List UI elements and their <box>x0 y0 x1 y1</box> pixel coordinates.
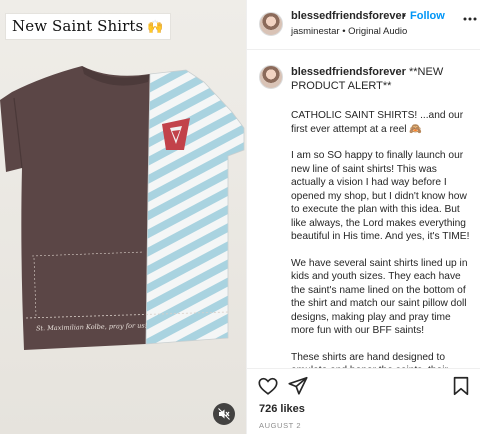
caption-heading: blessedfriendsforever **NEW PRODUCT ALER… <box>291 65 473 93</box>
post-date: AUGUST 2 <box>259 421 302 430</box>
post-side-panel: blessedfriendsforever • Follow jasminest… <box>246 0 480 434</box>
header-username[interactable]: blessedfriendsforever <box>291 10 406 22</box>
caption-paragraph: CATHOLIC SAINT SHIRTS! ...and our first … <box>291 110 464 135</box>
reel-overlay-caption: New Saint Shirts 🙌 <box>6 14 170 39</box>
post-actions: 726 likes AUGUST 2 <box>247 368 480 434</box>
caption-paragraph: These shirts are hand designed to emulat… <box>291 351 448 369</box>
heart-icon[interactable] <box>257 375 279 397</box>
saint-shirt-image <box>0 66 245 350</box>
follow-button[interactable]: Follow <box>410 10 445 22</box>
avatar[interactable] <box>259 12 283 36</box>
paper-plane-icon[interactable] <box>287 375 309 397</box>
overlay-caption-text: New Saint Shirts <box>12 17 144 35</box>
caption-username[interactable]: blessedfriendsforever <box>291 66 406 78</box>
caption-body: CATHOLIC SAINT SHIRTS! ...and our first … <box>291 109 471 368</box>
likes-count[interactable]: 726 likes <box>259 403 305 415</box>
bookmark-icon[interactable] <box>450 375 472 397</box>
ellipsis-icon <box>463 17 477 21</box>
mute-toggle-button[interactable] <box>213 403 235 425</box>
post-header: blessedfriendsforever • Follow jasminest… <box>247 0 480 50</box>
caption-avatar[interactable] <box>259 65 283 89</box>
instagram-post: St. Maximilian Kolbe, pray for us! New S… <box>0 0 480 434</box>
caption-paragraph: I am so SO happy to finally launch our n… <box>291 150 470 242</box>
post-media[interactable]: St. Maximilian Kolbe, pray for us! New S… <box>0 0 246 434</box>
more-options-button[interactable] <box>463 10 477 24</box>
raised-hands-emoji: 🙌 <box>147 20 164 35</box>
muted-speaker-icon <box>218 408 230 420</box>
caption-paragraph: We have several saint shirts lined up in… <box>291 257 468 337</box>
original-audio-link[interactable]: jasminestar • Original Audio <box>291 26 407 37</box>
header-separator: • <box>402 10 406 22</box>
caption-scroll-area[interactable]: blessedfriendsforever **NEW PRODUCT ALER… <box>247 51 480 368</box>
